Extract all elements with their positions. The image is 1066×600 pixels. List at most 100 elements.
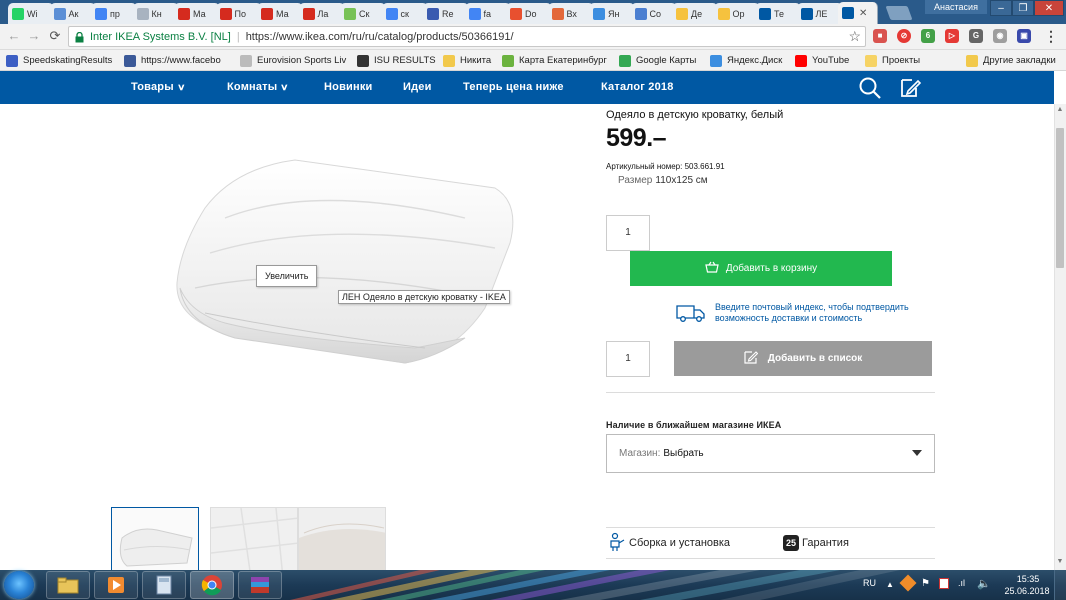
search-icon[interactable] [858, 76, 882, 105]
bookmark-star-icon[interactable]: ☆ [848, 28, 861, 45]
browser-tab[interactable]: Кн [132, 3, 179, 24]
assembly-link[interactable]: Сборка и установка [608, 531, 730, 555]
delivery-link[interactable]: Введите почтовый индекс, чтобы подтверди… [715, 302, 939, 324]
bookmark-item[interactable]: ISU RESULTS [357, 53, 437, 68]
calculator-icon[interactable] [142, 571, 186, 599]
cast-extension-icon[interactable]: ▣ [1017, 29, 1031, 43]
browser-tab[interactable]: Ор [713, 3, 760, 24]
cart-quantity-input[interactable]: 1 [606, 215, 650, 251]
minimize-button[interactable]: – [990, 0, 1012, 16]
store-select[interactable]: Магазин: Выбрать [606, 434, 935, 473]
list-quantity-input[interactable]: 1 [606, 341, 650, 377]
url-text[interactable]: https://www.ikea.com/ru/ru/catalog/produ… [246, 31, 514, 43]
product-image[interactable] [165, 148, 520, 373]
winrar-icon[interactable] [238, 571, 282, 599]
scroll-down-arrow-icon[interactable]: ▼ [1055, 556, 1065, 568]
chevron-down-icon: ∨ [280, 82, 290, 92]
address-bar[interactable]: Inter IKEA Systems B.V. [NL] | https://w… [68, 26, 866, 47]
clock-time[interactable]: 15:35 [1013, 574, 1043, 584]
bookmark-item[interactable]: SpeedskatingResults [6, 53, 118, 68]
action-center-flag-icon[interactable]: ⚑ [921, 578, 930, 589]
nav-item[interactable]: Идеи [403, 81, 432, 95]
browser-tab[interactable]: Со [630, 3, 677, 24]
browser-tab[interactable]: Ла [298, 3, 345, 24]
browser-tab[interactable]: Ян [589, 3, 635, 24]
browser-tab[interactable]: Ма [174, 3, 220, 24]
browser-tab[interactable]: По [215, 3, 262, 24]
nav-item[interactable]: Новинки [324, 81, 373, 95]
browser-tab[interactable]: fa [464, 3, 511, 24]
browser-tab-active[interactable]: ✕ [838, 2, 878, 24]
clock-date[interactable]: 25.06.2018 [1003, 586, 1051, 596]
browser-tab[interactable]: пр [91, 3, 137, 24]
list-pencil-icon [744, 350, 758, 367]
bookmark-item[interactable]: Никита [443, 53, 498, 68]
bookmark-item[interactable]: Проекты [865, 53, 935, 68]
forward-button[interactable]: → [26, 28, 42, 44]
back-button[interactable]: ← [6, 28, 22, 44]
product-name: Одеяло в детскую кроватку, белый [606, 109, 784, 121]
bookmark-item[interactable]: Карта Екатеринбург [502, 53, 612, 68]
nav-item[interactable]: Товары ∨ [131, 81, 185, 95]
bookmark-item[interactable]: YouTube [795, 53, 859, 68]
thumbnail-2[interactable] [210, 507, 298, 577]
add-to-cart-button[interactable]: Добавить в корзину [630, 251, 892, 286]
reload-button[interactable]: ⟳ [47, 28, 63, 44]
scrollbar-thumb[interactable] [1056, 128, 1064, 268]
media-player-icon[interactable] [94, 571, 138, 599]
browser-tab[interactable]: Do [506, 3, 552, 24]
bookmark-item[interactable]: Яндекс.Диск [710, 53, 790, 68]
adblock-icon[interactable]: ⊘ [897, 29, 911, 43]
tray-expand-icon[interactable]: ▲ [886, 580, 894, 589]
evernote-icon[interactable]: 6 [921, 29, 935, 43]
browser-tab[interactable]: Ма [257, 3, 303, 24]
browser-tab[interactable]: Ак [49, 3, 96, 24]
mcdonalds-icon [302, 7, 315, 20]
ikea-icon [800, 7, 813, 20]
nav-item[interactable]: Комнаты ∨ [227, 81, 290, 95]
chrome-menu-icon[interactable]: ⋮ [1044, 29, 1058, 43]
browser-tab[interactable]: Вх [547, 3, 594, 24]
maximize-button[interactable]: ❐ [1012, 0, 1034, 16]
browser-tab[interactable]: Re [423, 3, 469, 24]
product-price: 599.– [606, 124, 667, 152]
browser-tab[interactable]: Wі [8, 3, 54, 24]
add-to-list-label: Добавить в список [767, 353, 863, 364]
thumbnail-3[interactable] [298, 507, 386, 577]
chrome-icon[interactable] [190, 571, 234, 599]
explorer-icon[interactable] [46, 571, 90, 599]
bookmark-item[interactable]: Eurovision Sports Liv [240, 53, 352, 68]
zoom-tooltip[interactable]: Увеличить [256, 265, 318, 287]
browser-tab[interactable]: Те [755, 3, 801, 24]
battery-icon[interactable] [939, 578, 949, 589]
browser-tab[interactable]: Де [672, 3, 718, 24]
close-window-button[interactable]: ✕ [1034, 0, 1064, 16]
start-button[interactable] [4, 571, 34, 599]
close-tab-icon[interactable]: ✕ [859, 8, 867, 19]
profile-button[interactable]: Анастасия [925, 0, 987, 14]
add-to-list-button[interactable]: Добавить в список [674, 341, 932, 376]
thumbnail-1[interactable] [111, 507, 199, 577]
extension-icon[interactable]: ■ [873, 29, 887, 43]
bookmark-item[interactable]: Google Карты [619, 53, 705, 68]
language-indicator[interactable]: RU [863, 578, 876, 588]
video-extension-icon[interactable]: ▷ [945, 29, 959, 43]
warranty-link[interactable]: 25 Гарантия [783, 531, 849, 555]
show-desktop-button[interactable] [1054, 570, 1066, 600]
nav-item[interactable]: Каталог 2018 [601, 81, 674, 95]
shopping-list-icon[interactable] [898, 76, 922, 105]
nav-item[interactable]: Теперь цена ниже [463, 81, 564, 95]
camera-extension-icon[interactable]: ◉ [993, 29, 1007, 43]
gmail-extension-icon[interactable]: G [969, 29, 983, 43]
delivery-check[interactable]: Введите почтовый индекс, чтобы подтверди… [676, 300, 936, 328]
site-identity-label[interactable]: Inter IKEA Systems B.V. [NL] [90, 31, 231, 43]
other-bookmarks-folder[interactable]: Другие закладки [966, 53, 1064, 68]
new-tab-button[interactable] [885, 6, 913, 20]
browser-tab[interactable]: Ск [340, 3, 386, 24]
browser-tab[interactable]: ск [381, 3, 428, 24]
browser-tab[interactable]: ЛЕ [796, 3, 843, 24]
volume-icon[interactable]: 🔈 [977, 577, 991, 590]
bookmark-item[interactable]: https://www.facebo [124, 53, 234, 68]
scroll-up-arrow-icon[interactable]: ▲ [1055, 104, 1065, 116]
network-signal-icon[interactable]: .ıl [958, 578, 965, 588]
